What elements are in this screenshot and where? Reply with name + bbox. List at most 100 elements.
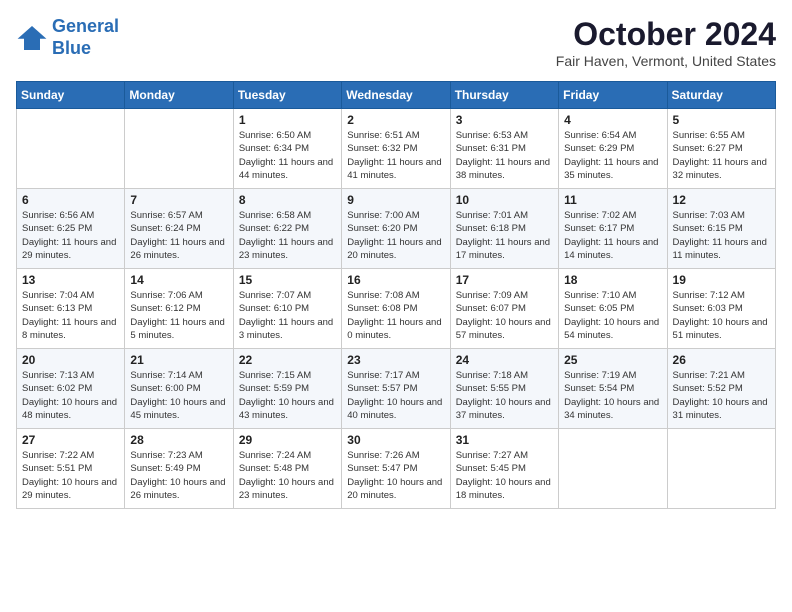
day-number: 15 <box>239 273 336 287</box>
calendar-cell: 31Sunrise: 7:27 AMSunset: 5:45 PMDayligh… <box>450 429 558 509</box>
calendar-cell: 14 Sunrise: 7:06 AMSunset: 6:12 PMDayligh… <box>125 269 233 349</box>
weekday-header: Monday <box>125 82 233 109</box>
day-info: Sunrise: 7:06 AMSunset: 6:12 PMDaylight:… <box>130 289 227 342</box>
day-number: 30 <box>347 433 444 447</box>
calendar-cell: 2Sunrise: 6:51 AMSunset: 6:32 PMDaylight… <box>342 109 450 189</box>
day-info: Sunrise: 7:07 AMSunset: 6:10 PMDaylight:… <box>239 289 336 342</box>
day-number: 5 <box>673 113 770 127</box>
day-info: Sunrise: 7:18 AMSunset: 5:55 PMDaylight:… <box>456 369 553 422</box>
calendar-cell: 18 Sunrise: 7:10 AMSunset: 6:05 PMDayligh… <box>559 269 667 349</box>
day-number: 8 <box>239 193 336 207</box>
calendar-cell: 20 Sunrise: 7:13 AMSunset: 6:02 PMDayligh… <box>17 349 125 429</box>
calendar-cell: 7 Sunrise: 6:57 AMSunset: 6:24 PMDaylight… <box>125 189 233 269</box>
calendar-cell: 13 Sunrise: 7:04 AMSunset: 6:13 PMDayligh… <box>17 269 125 349</box>
day-info: Sunrise: 7:13 AMSunset: 6:02 PMDaylight:… <box>22 369 119 422</box>
day-number: 4 <box>564 113 661 127</box>
day-info: Sunrise: 7:17 AMSunset: 5:57 PMDaylight:… <box>347 369 444 422</box>
weekday-header: Tuesday <box>233 82 341 109</box>
calendar-cell: 11Sunrise: 7:02 AMSunset: 6:17 PMDayligh… <box>559 189 667 269</box>
weekday-header: Sunday <box>17 82 125 109</box>
day-info: Sunrise: 7:09 AMSunset: 6:07 PMDaylight:… <box>456 289 553 342</box>
logo-text: GeneralBlue <box>52 16 119 59</box>
calendar-cell: 21Sunrise: 7:14 AMSunset: 6:00 PMDayligh… <box>125 349 233 429</box>
calendar-cell: 29Sunrise: 7:24 AMSunset: 5:48 PMDayligh… <box>233 429 341 509</box>
day-info: Sunrise: 6:53 AMSunset: 6:31 PMDaylight:… <box>456 129 553 182</box>
calendar-cell: 8 Sunrise: 6:58 AMSunset: 6:22 PMDaylight… <box>233 189 341 269</box>
day-number: 27 <box>22 433 119 447</box>
day-info: Sunrise: 7:22 AMSunset: 5:51 PMDaylight:… <box>22 449 119 502</box>
day-number: 10 <box>456 193 553 207</box>
day-number: 16 <box>347 273 444 287</box>
day-info: Sunrise: 7:14 AMSunset: 6:00 PMDaylight:… <box>130 369 227 422</box>
day-info: Sunrise: 6:58 AMSunset: 6:22 PMDaylight:… <box>239 209 336 262</box>
header-row: SundayMondayTuesdayWednesdayThursdayFrid… <box>17 82 776 109</box>
day-number: 24 <box>456 353 553 367</box>
day-number: 22 <box>239 353 336 367</box>
logo: GeneralBlue <box>16 16 119 59</box>
day-info: Sunrise: 7:15 AMSunset: 5:59 PMDaylight:… <box>239 369 336 422</box>
calendar-cell: 12 Sunrise: 7:03 AMSunset: 6:15 PMDayligh… <box>667 189 775 269</box>
weekday-header: Thursday <box>450 82 558 109</box>
day-number: 20 <box>22 353 119 367</box>
calendar-cell: 1Sunrise: 6:50 AMSunset: 6:34 PMDaylight… <box>233 109 341 189</box>
day-info: Sunrise: 6:57 AMSunset: 6:24 PMDaylight:… <box>130 209 227 262</box>
calendar-cell: 9 Sunrise: 7:00 AMSunset: 6:20 PMDaylight… <box>342 189 450 269</box>
calendar-cell: 24 Sunrise: 7:18 AMSunset: 5:55 PMDayligh… <box>450 349 558 429</box>
day-number: 3 <box>456 113 553 127</box>
calendar-week-row: 6 Sunrise: 6:56 AMSunset: 6:25 PMDaylight… <box>17 189 776 269</box>
day-info: Sunrise: 7:23 AMSunset: 5:49 PMDaylight:… <box>130 449 227 502</box>
calendar-cell <box>559 429 667 509</box>
calendar-cell: 28 Sunrise: 7:23 AMSunset: 5:49 PMDayligh… <box>125 429 233 509</box>
day-number: 9 <box>347 193 444 207</box>
day-number: 18 <box>564 273 661 287</box>
weekday-header: Wednesday <box>342 82 450 109</box>
day-info: Sunrise: 7:26 AMSunset: 5:47 PMDaylight:… <box>347 449 444 502</box>
day-number: 19 <box>673 273 770 287</box>
page-header: GeneralBlue October 2024 Fair Haven, Ver… <box>16 16 776 69</box>
day-info: Sunrise: 6:56 AMSunset: 6:25 PMDaylight:… <box>22 209 119 262</box>
calendar-cell: 16 Sunrise: 7:08 AMSunset: 6:08 PMDayligh… <box>342 269 450 349</box>
calendar-week-row: 1Sunrise: 6:50 AMSunset: 6:34 PMDaylight… <box>17 109 776 189</box>
calendar-cell <box>667 429 775 509</box>
day-info: Sunrise: 6:50 AMSunset: 6:34 PMDaylight:… <box>239 129 336 182</box>
calendar-cell: 10 Sunrise: 7:01 AMSunset: 6:18 PMDayligh… <box>450 189 558 269</box>
day-info: Sunrise: 7:19 AMSunset: 5:54 PMDaylight:… <box>564 369 661 422</box>
day-info: Sunrise: 6:55 AMSunset: 6:27 PMDaylight:… <box>673 129 770 182</box>
day-info: Sunrise: 7:08 AMSunset: 6:08 PMDaylight:… <box>347 289 444 342</box>
day-number: 23 <box>347 353 444 367</box>
day-info: Sunrise: 7:02 AMSunset: 6:17 PMDaylight:… <box>564 209 661 262</box>
day-number: 6 <box>22 193 119 207</box>
day-info: Sunrise: 7:03 AMSunset: 6:15 PMDaylight:… <box>673 209 770 262</box>
calendar-cell: 4Sunrise: 6:54 AMSunset: 6:29 PMDaylight… <box>559 109 667 189</box>
day-number: 29 <box>239 433 336 447</box>
calendar-week-row: 20 Sunrise: 7:13 AMSunset: 6:02 PMDayligh… <box>17 349 776 429</box>
title-block: October 2024 Fair Haven, Vermont, United… <box>556 16 776 69</box>
weekday-header: Saturday <box>667 82 775 109</box>
calendar-week-row: 13 Sunrise: 7:04 AMSunset: 6:13 PMDayligh… <box>17 269 776 349</box>
day-number: 14 <box>130 273 227 287</box>
day-info: Sunrise: 7:00 AMSunset: 6:20 PMDaylight:… <box>347 209 444 262</box>
calendar-cell: 5 Sunrise: 6:55 AMSunset: 6:27 PMDaylight… <box>667 109 775 189</box>
calendar-week-row: 27 Sunrise: 7:22 AMSunset: 5:51 PMDayligh… <box>17 429 776 509</box>
day-number: 28 <box>130 433 227 447</box>
calendar-cell <box>125 109 233 189</box>
day-number: 2 <box>347 113 444 127</box>
month-title: October 2024 <box>556 16 776 53</box>
day-number: 13 <box>22 273 119 287</box>
logo-icon <box>16 24 48 52</box>
calendar-cell: 15 Sunrise: 7:07 AMSunset: 6:10 PMDayligh… <box>233 269 341 349</box>
day-number: 12 <box>673 193 770 207</box>
calendar-cell: 27 Sunrise: 7:22 AMSunset: 5:51 PMDayligh… <box>17 429 125 509</box>
day-info: Sunrise: 7:10 AMSunset: 6:05 PMDaylight:… <box>564 289 661 342</box>
day-info: Sunrise: 7:27 AMSunset: 5:45 PMDaylight:… <box>456 449 553 502</box>
calendar-cell: 22 Sunrise: 7:15 AMSunset: 5:59 PMDayligh… <box>233 349 341 429</box>
day-number: 7 <box>130 193 227 207</box>
calendar-cell: 23 Sunrise: 7:17 AMSunset: 5:57 PMDayligh… <box>342 349 450 429</box>
day-number: 17 <box>456 273 553 287</box>
day-info: Sunrise: 7:04 AMSunset: 6:13 PMDaylight:… <box>22 289 119 342</box>
day-info: Sunrise: 7:01 AMSunset: 6:18 PMDaylight:… <box>456 209 553 262</box>
day-info: Sunrise: 7:21 AMSunset: 5:52 PMDaylight:… <box>673 369 770 422</box>
calendar-cell: 25Sunrise: 7:19 AMSunset: 5:54 PMDayligh… <box>559 349 667 429</box>
calendar-cell: 17 Sunrise: 7:09 AMSunset: 6:07 PMDayligh… <box>450 269 558 349</box>
calendar-cell <box>17 109 125 189</box>
